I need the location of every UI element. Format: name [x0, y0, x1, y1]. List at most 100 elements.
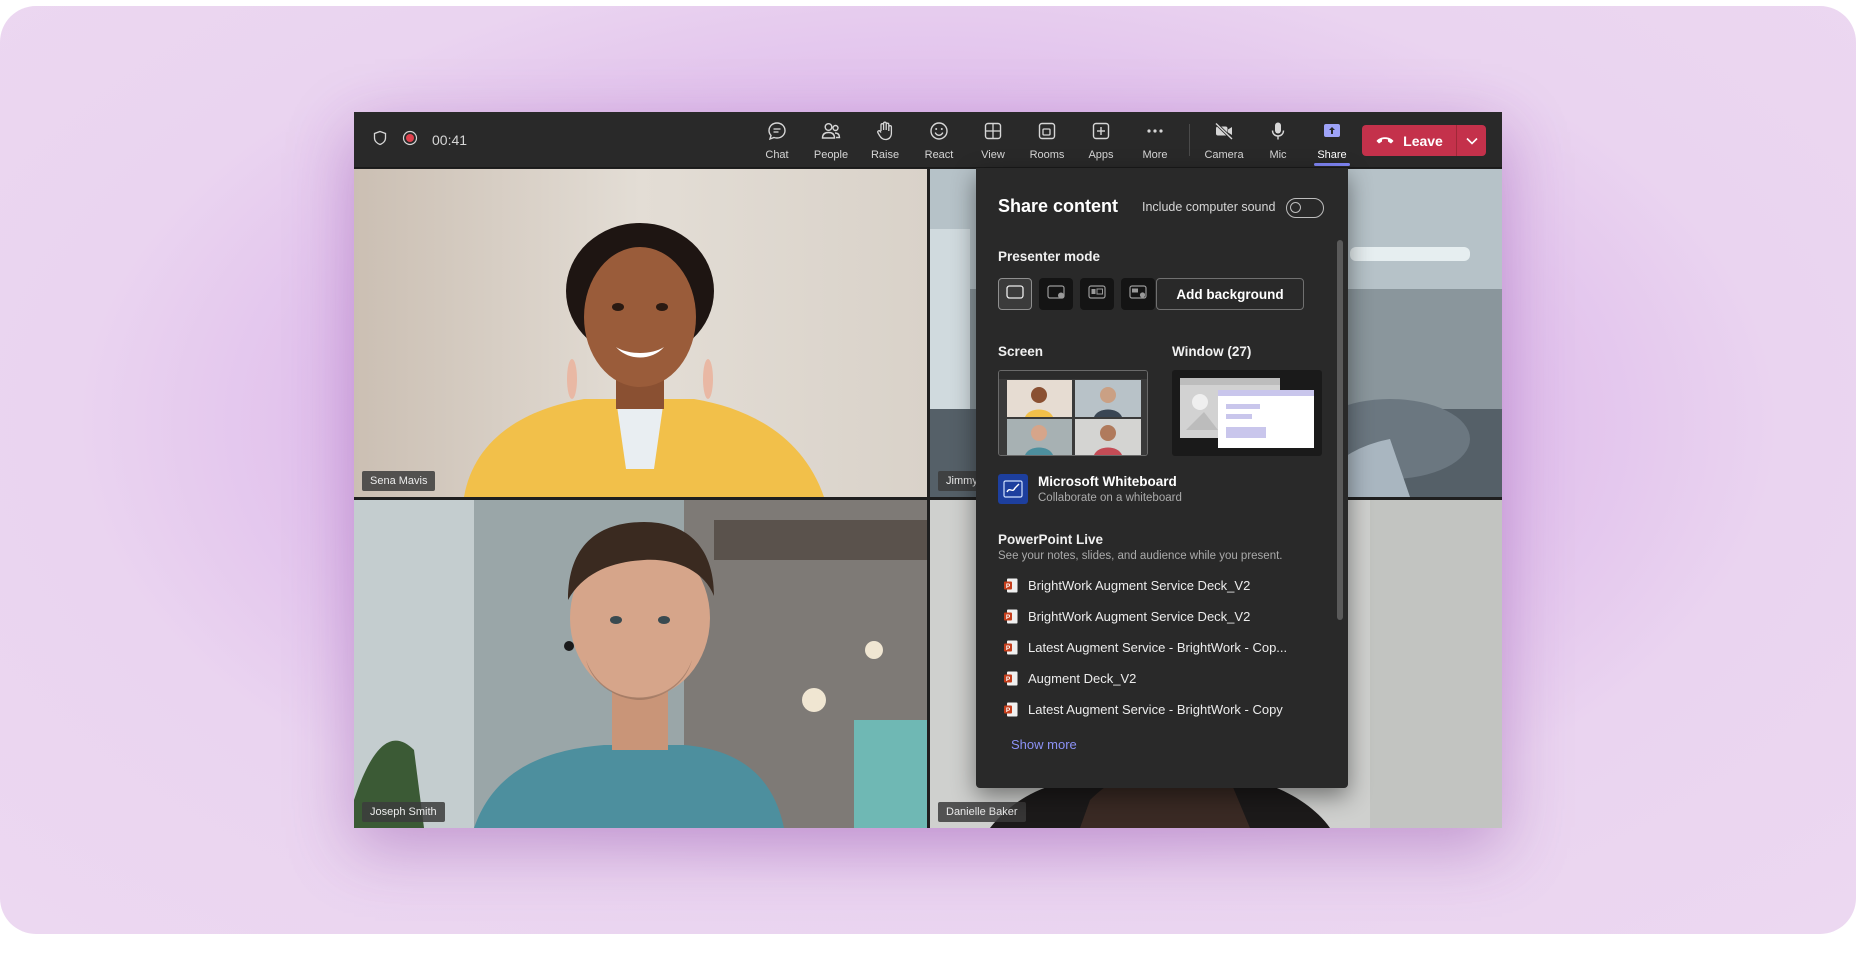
reporter-mode-button[interactable] — [1121, 278, 1155, 310]
toggle-knob — [1290, 202, 1301, 213]
window-preview — [1172, 370, 1322, 456]
svg-text:P: P — [1006, 583, 1011, 590]
whiteboard-icon — [998, 474, 1028, 504]
powerpoint-live-heading: PowerPoint Live — [998, 532, 1104, 547]
standout-mode-button[interactable] — [1039, 278, 1073, 310]
shield-icon[interactable] — [372, 130, 388, 151]
powerpoint-file-icon: P — [1004, 609, 1018, 624]
toolbar-divider — [1189, 124, 1190, 156]
view-label: View — [981, 148, 1005, 161]
file-name: Latest Augment Service - BrightWork - Co… — [1028, 640, 1288, 655]
powerpoint-file-icon: P — [1004, 578, 1018, 593]
powerpoint-live-subtitle: See your notes, slides, and audience whi… — [998, 550, 1283, 562]
content-only-icon — [1006, 284, 1024, 304]
chat-label: Chat — [765, 148, 789, 161]
panel-title: Share content — [998, 196, 1119, 216]
react-label: React — [924, 148, 954, 161]
mic-label: Mic — [1269, 148, 1287, 161]
screen-share-thumbnail[interactable] — [998, 370, 1148, 456]
panel-scrollbar[interactable] — [1337, 240, 1343, 620]
share-content-panel: Share content Include computer sound Pre… — [976, 168, 1348, 788]
file-name: BrightWork Augment Service Deck_V2 — [1028, 609, 1251, 624]
react-icon — [928, 120, 950, 145]
standout-mode-icon — [1047, 284, 1065, 304]
participant-video — [354, 500, 927, 828]
leave-button-group: Leave — [1362, 125, 1486, 156]
svg-text:P: P — [1006, 645, 1011, 652]
svg-text:P: P — [1006, 707, 1011, 714]
screen-heading: Screen — [998, 344, 1044, 359]
svg-text:P: P — [1006, 676, 1011, 683]
window-share-thumbnail[interactable] — [1172, 370, 1322, 456]
more-icon — [1144, 120, 1166, 145]
more-button[interactable]: More — [1128, 112, 1182, 168]
powerpoint-file-item[interactable]: P BrightWork Augment Service Deck_V2 — [1004, 609, 1250, 624]
chevron-down-icon — [1465, 132, 1478, 150]
add-background-button[interactable]: Add background — [1156, 278, 1304, 310]
file-name: Latest Augment Service - BrightWork - Co… — [1028, 702, 1283, 717]
participant-video — [354, 169, 927, 497]
microsoft-whiteboard-option[interactable]: Microsoft Whiteboard Collaborate on a wh… — [998, 474, 1182, 504]
side-by-side-mode-button[interactable] — [1080, 278, 1114, 310]
powerpoint-file-icon: P — [1004, 640, 1018, 655]
powerpoint-file-item[interactable]: P Augment Deck_V2 — [1004, 671, 1136, 686]
leave-button[interactable]: Leave — [1362, 125, 1456, 156]
participant-name-tag: Sena Mavis — [362, 471, 436, 491]
screen-preview — [999, 371, 1147, 455]
whiteboard-title: Microsoft Whiteboard — [1038, 474, 1177, 489]
rooms-button[interactable]: Rooms — [1020, 112, 1074, 168]
participant-name-tag: Joseph Smith — [362, 802, 445, 822]
teams-meeting-window: 00:41 Chat People Raise React View Rooms… — [354, 112, 1502, 828]
chat-icon — [766, 120, 788, 145]
react-button[interactable]: React — [912, 112, 966, 168]
apps-label: Apps — [1088, 148, 1114, 161]
meeting-status: 00:41 — [372, 128, 467, 152]
hang-up-icon — [1375, 133, 1395, 149]
more-label: More — [1142, 148, 1168, 161]
leave-label: Leave — [1403, 132, 1443, 149]
view-button[interactable]: View — [966, 112, 1020, 168]
powerpoint-file-item[interactable]: P Latest Augment Service - BrightWork - … — [1004, 640, 1287, 655]
meeting-toolbar: 00:41 Chat People Raise React View Rooms… — [354, 112, 1502, 168]
svg-text:P: P — [1006, 614, 1011, 621]
meeting-timer: 00:41 — [432, 132, 468, 148]
share-icon — [1321, 120, 1343, 145]
people-label: People — [813, 148, 849, 161]
camera-button[interactable]: Camera — [1197, 112, 1251, 168]
presenter-mode-options — [998, 278, 1155, 310]
powerpoint-file-item[interactable]: P Latest Augment Service - BrightWork - … — [1004, 702, 1283, 717]
mic-button[interactable]: Mic — [1251, 112, 1305, 168]
apps-icon — [1090, 120, 1112, 145]
toolbar-buttons: Chat People Raise React View Rooms Apps … — [750, 112, 1359, 168]
computer-sound-toggle[interactable] — [1286, 198, 1324, 218]
video-tile-sena-mavis[interactable]: Sena Mavis — [354, 169, 927, 497]
share-label: Share — [1317, 148, 1347, 161]
camera-off-icon — [1213, 120, 1235, 145]
presenter-mode-heading: Presenter mode — [998, 249, 1101, 264]
raise-label: Raise — [870, 148, 900, 161]
view-icon — [982, 120, 1004, 145]
computer-sound-label: Include computer sound — [1142, 200, 1276, 214]
people-icon — [820, 120, 842, 145]
leave-options-button[interactable] — [1456, 125, 1486, 156]
powerpoint-file-icon: P — [1004, 671, 1018, 686]
show-more-link[interactable]: Show more — [1011, 737, 1077, 752]
video-tile-joseph-smith[interactable]: Joseph Smith — [354, 500, 927, 828]
participant-name-tag: Danielle Baker — [938, 802, 1026, 822]
chat-button[interactable]: Chat — [750, 112, 804, 168]
share-button[interactable]: Share — [1305, 112, 1359, 168]
apps-button[interactable]: Apps — [1074, 112, 1128, 168]
powerpoint-file-icon: P — [1004, 702, 1018, 717]
recording-icon — [402, 130, 418, 151]
reporter-mode-icon — [1129, 284, 1147, 304]
side-by-side-icon — [1088, 284, 1106, 304]
powerpoint-file-item[interactable]: P BrightWork Augment Service Deck_V2 — [1004, 578, 1250, 593]
content-only-mode-button[interactable] — [998, 278, 1032, 310]
window-heading: Window (27) — [1172, 344, 1252, 359]
file-name: BrightWork Augment Service Deck_V2 — [1028, 578, 1251, 593]
camera-label: Camera — [1204, 148, 1244, 161]
people-button[interactable]: People — [804, 112, 858, 168]
raise-hand-button[interactable]: Raise — [858, 112, 912, 168]
file-name: Augment Deck_V2 — [1028, 671, 1137, 686]
raise-hand-icon — [874, 120, 896, 145]
